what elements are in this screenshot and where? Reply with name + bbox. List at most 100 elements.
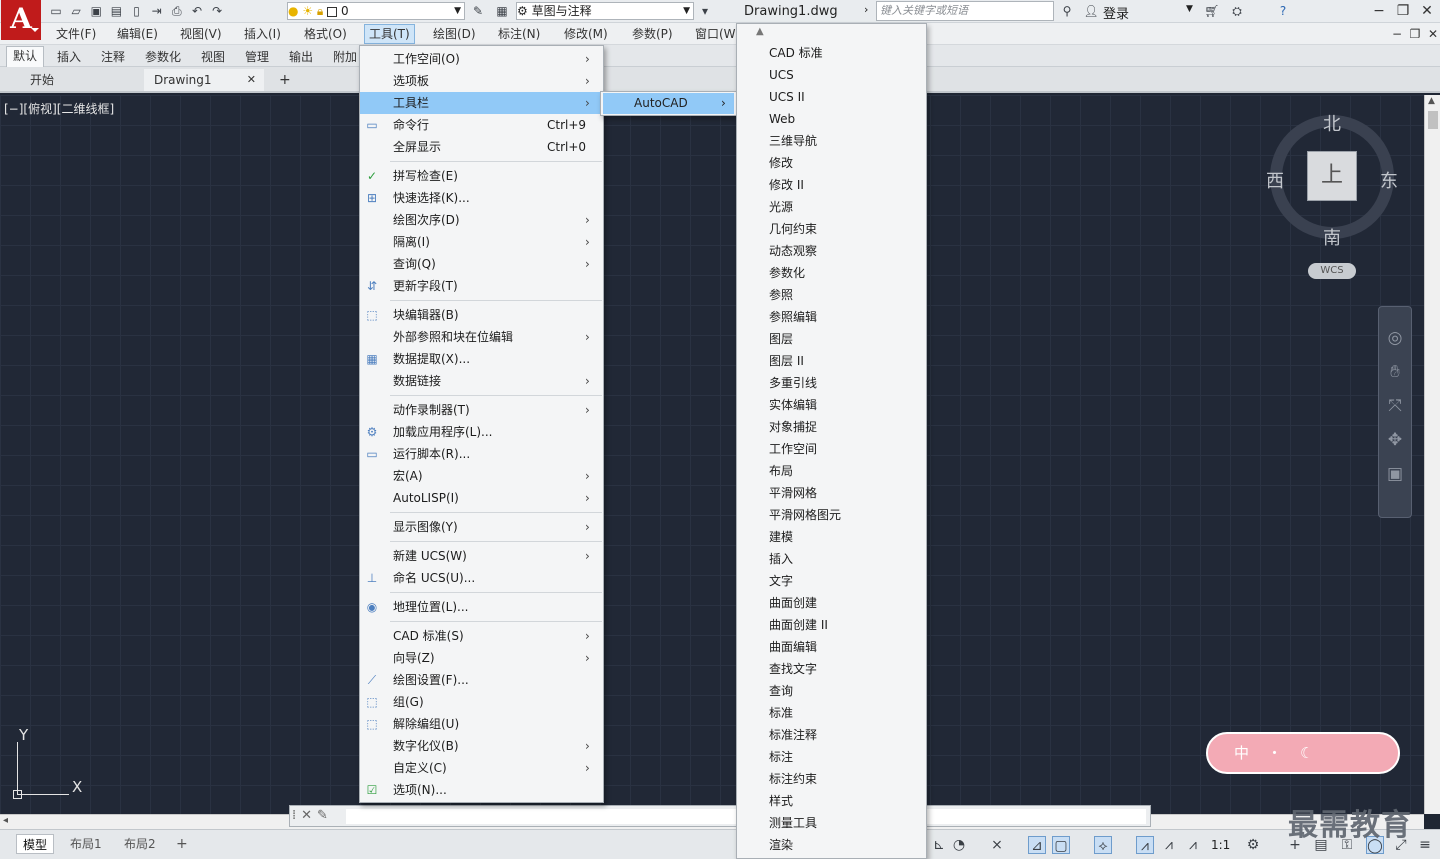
layout-tab-layout2[interactable]: 布局2 [118, 834, 162, 854]
toolbar-list-item[interactable]: 修改 II [769, 174, 804, 196]
tools-menu-item[interactable]: ⟋ 绘图设置(F)... [360, 669, 603, 691]
customize-quick-access-icon[interactable]: ▾ [697, 3, 713, 19]
toolbar-list-item[interactable]: 实体编辑 [769, 394, 817, 416]
menu-insert[interactable]: 插入(I) [244, 26, 281, 42]
toolbar-list-item[interactable]: 工作空间 [769, 438, 817, 460]
toolbar-list-item[interactable]: 查询 [769, 680, 793, 702]
menu-file[interactable]: 文件(F) [56, 26, 96, 42]
ribbon-tab-insert[interactable]: 插入 [57, 48, 81, 65]
annotation-scale-icon[interactable]: ⩘ [1184, 836, 1202, 854]
close-document-icon[interactable]: ✕ [1424, 25, 1440, 43]
layout-tab-model[interactable]: 模型 [16, 834, 55, 854]
toolbar-list-item[interactable]: 几何约束 [769, 218, 817, 240]
toolbar-list-item[interactable]: CAD 标准 [769, 42, 823, 64]
menu-dimension[interactable]: 标注(N) [498, 26, 540, 42]
help-icon[interactable]: ? [1275, 3, 1291, 19]
tools-menu-item[interactable]: ⚙ 加载应用程序(L)... [360, 421, 603, 443]
menu-view[interactable]: 视图(V) [180, 26, 222, 42]
toolbar-list-item[interactable]: 图层 [769, 328, 793, 350]
tools-menu-item[interactable]: 查询(Q) › [360, 253, 603, 275]
tools-menu-item[interactable]: ▭ 命令行 Ctrl+9 [360, 114, 603, 136]
binoculars-icon[interactable]: ⚲ [1059, 3, 1075, 19]
tools-menu-item[interactable]: 向导(Z) › [360, 647, 603, 669]
toolbar-list-item[interactable]: 标准注释 [769, 724, 817, 746]
scroll-thumb[interactable] [1428, 111, 1438, 129]
tools-menu-item[interactable]: 显示图像(Y) › [360, 516, 603, 538]
toolbar-list-item[interactable]: 标准 [769, 702, 793, 724]
restore-document-icon[interactable]: ❐ [1406, 25, 1424, 43]
toolbar-list-item[interactable]: 多重引线 [769, 372, 817, 394]
tools-menu-item[interactable]: 自定义(C) › [360, 757, 603, 779]
close-window-icon[interactable]: ✕ [1418, 2, 1436, 20]
file-tab-drawing1[interactable]: Drawing1 ✕ [144, 69, 264, 91]
connect-icon[interactable]: ⛭ [1229, 3, 1245, 19]
ribbon-tab-annotate[interactable]: 注释 [101, 48, 125, 65]
submenu-item-autocad[interactable]: AutoCAD › [603, 93, 734, 114]
transparency-icon[interactable]: ▢ [1052, 836, 1070, 854]
wrench-icon[interactable]: ✎ [317, 808, 333, 823]
ribbon-tab-addins[interactable]: 附加 [333, 48, 357, 65]
toolbar-list-item[interactable]: 三维导航 [769, 130, 817, 152]
workspace-gear-icon[interactable]: ⚙ [1244, 836, 1262, 854]
toolbar-list-item[interactable]: 文字 [769, 570, 793, 592]
tools-menu-item[interactable]: ✓ 拼写检查(E) [360, 165, 603, 187]
tools-menu-item[interactable]: ⬚ 解除编组(U) [360, 713, 603, 735]
save-as-icon[interactable]: ▤ [108, 3, 124, 19]
close-tab-icon[interactable]: ✕ [247, 69, 256, 91]
tools-menu-item[interactable]: ⬚ 组(G) [360, 691, 603, 713]
tools-menu-item[interactable]: ⬚ 块编辑器(B) [360, 304, 603, 326]
orbit-icon[interactable]: ✥ [1379, 423, 1411, 457]
tools-menu-item[interactable]: ⊞ 快速选择(K)... [360, 187, 603, 209]
drawing-canvas[interactable]: [−][俯视][二维线框] [0, 95, 1424, 814]
toolbar-list-item[interactable]: UCS II [769, 86, 805, 108]
polar-icon[interactable]: ◔ [950, 836, 968, 854]
toolbar-list-item[interactable]: 动态观察 [769, 240, 817, 262]
toolbar-list-item[interactable]: 图层 II [769, 350, 804, 372]
tools-menu-item[interactable]: 外部参照和块在位编辑 › [360, 326, 603, 348]
toolbar-list-item[interactable]: 曲面创建 [769, 592, 817, 614]
toolbar-list-item[interactable]: 平滑网格图元 [769, 504, 841, 526]
cart-icon[interactable]: 🛒︎ [1204, 3, 1220, 19]
isometric-icon[interactable]: ⊾ [930, 836, 948, 854]
tools-menu-item[interactable]: AutoLISP(I) › [360, 487, 603, 509]
save-icon[interactable]: ▣ [88, 3, 104, 19]
toolbar-list-item[interactable]: 样式 [769, 790, 793, 812]
close-icon[interactable]: ✕ [301, 808, 317, 823]
layer-properties-icon[interactable]: ▦ [494, 3, 510, 19]
tools-menu-item[interactable]: ▦ 数据提取(X)... [360, 348, 603, 370]
undo-icon[interactable]: ↶ [189, 3, 205, 19]
toolbar-list-item[interactable]: 渲染 [769, 834, 793, 856]
tools-menu-item[interactable]: 动作录制器(T) › [360, 399, 603, 421]
tools-menu-item[interactable]: 工具栏 › [360, 92, 603, 114]
layer-dropdown[interactable]: ● ☀ 🔒︎ 0 ▼ [287, 2, 465, 20]
ribbon-tab-default[interactable]: 默认 [6, 46, 45, 67]
toolbar-list-item[interactable]: Web [769, 108, 795, 130]
workspace-dropdown[interactable]: ⚙ 草图与注释 ▼ [516, 2, 694, 20]
menu-edit[interactable]: 编辑(E) [117, 26, 158, 42]
tools-menu-item[interactable]: CAD 标准(S) › [360, 625, 603, 647]
toolbar-list-item[interactable]: 插入 [769, 548, 793, 570]
tools-menu-item[interactable]: ◉ 地理位置(L)... [360, 596, 603, 618]
lineweight-icon[interactable]: ⊿ [1028, 836, 1046, 854]
scroll-up-icon[interactable]: ▲ [1428, 96, 1435, 106]
file-tab-start[interactable]: 开始 [20, 69, 138, 91]
ribbon-tab-manage[interactable]: 管理 [245, 48, 269, 65]
customization-menu-icon[interactable]: ≡ [1416, 836, 1434, 854]
tools-menu-item[interactable]: ⊥ 命名 UCS(U)... [360, 567, 603, 589]
tools-menu-item[interactable]: 选项板 › [360, 70, 603, 92]
plot-icon[interactable]: ⎙ [169, 3, 185, 19]
showmotion-icon[interactable]: ▣ [1379, 457, 1411, 491]
tools-menu-item[interactable]: 工作空间(O) › [360, 48, 603, 70]
auto-scale-icon[interactable]: ⩘ [1160, 836, 1178, 854]
layout-tab-layout1[interactable]: 布局1 [64, 834, 108, 854]
compass-north[interactable]: 北 [1323, 110, 1341, 136]
compass-west[interactable]: 西 [1266, 167, 1284, 193]
chevron-down-icon[interactable]: ▼ [1186, 4, 1193, 14]
selection-cycling-icon[interactable]: ⟡ [1094, 836, 1112, 854]
scroll-up-icon[interactable]: ▲ [756, 26, 764, 37]
viewport-controls[interactable]: [−][俯视][二维线框] [4, 100, 114, 117]
tools-menu-item[interactable]: ▭ 运行脚本(R)... [360, 443, 603, 465]
tools-menu-item[interactable]: ⇵ 更新字段(T) [360, 275, 603, 297]
tools-menu-item[interactable]: 隔离(I) › [360, 231, 603, 253]
open-file-icon[interactable]: ▱ [68, 3, 84, 19]
